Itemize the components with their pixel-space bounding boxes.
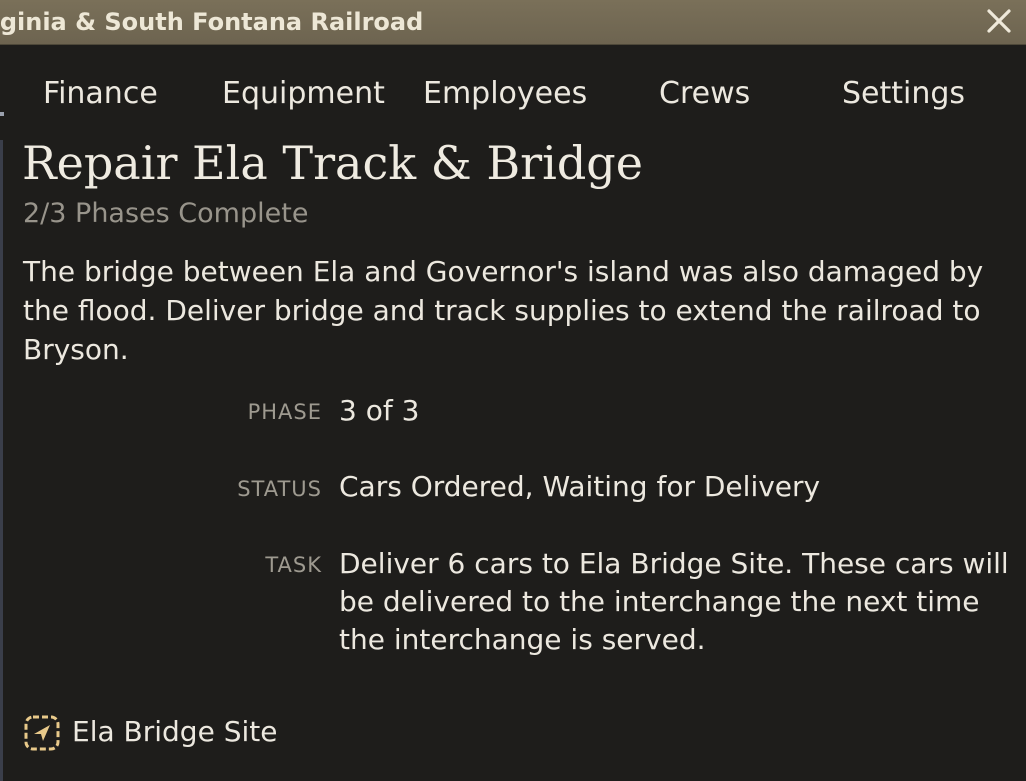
sidebar-edge [0,140,3,781]
task-label: TASK [265,553,322,577]
tab-settings[interactable]: Settings [842,72,965,116]
tab-employees[interactable]: Employees [423,72,587,116]
project-progress: 2/3 Phases Complete [23,198,309,229]
window-title: rginia & South Fontana Railroad [0,8,424,36]
locate-arrow-icon[interactable] [24,715,60,751]
window-titlebar[interactable]: rginia & South Fontana Railroad [0,0,1026,45]
task-value: Deliver 6 cars to Ela Bridge Site. These… [339,547,1009,656]
close-icon[interactable] [982,4,1016,38]
status-label: STATUS [237,477,322,501]
tab-finance[interactable]: Finance [43,72,158,116]
tab-bar: Finance Equipment Employees Crews Settin… [0,72,1026,120]
project-description: The bridge between Ela and Governor's is… [23,255,984,366]
status-value: Cars Ordered, Waiting for Delivery [339,470,821,503]
phase-value: 3 of 3 [339,394,420,427]
location-label[interactable]: Ela Bridge Site [72,712,277,752]
project-title: Repair Ela Track & Bridge [22,136,643,190]
tab-crews[interactable]: Crews [659,72,750,116]
tab-equipment[interactable]: Equipment [222,72,385,116]
phase-label: PHASE [247,400,322,424]
